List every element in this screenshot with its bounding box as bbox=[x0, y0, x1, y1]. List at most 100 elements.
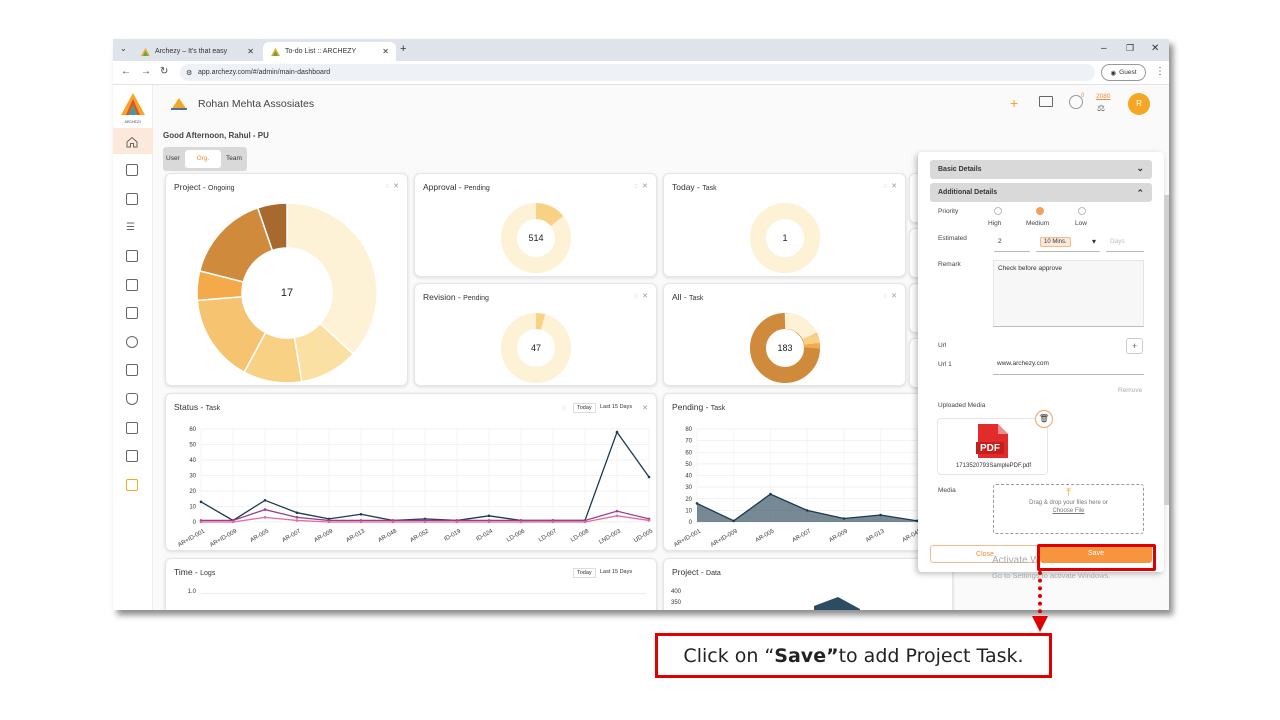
close-tab-icon[interactable]: ✕ bbox=[382, 47, 389, 56]
additional-details-accordion[interactable]: Additional Details ⌃ bbox=[930, 183, 1152, 202]
range-15-days-button[interactable]: Last 15 Days bbox=[600, 569, 632, 575]
y-tick-label: 50 bbox=[189, 443, 196, 449]
document-settings-icon[interactable] bbox=[126, 422, 138, 434]
address-bar: ← → ↻ ⚙ app.archezy.com/#/admin/main-das… bbox=[113, 61, 1169, 85]
coins-count[interactable]: 2080 bbox=[1096, 93, 1110, 100]
company-name: Rohan Mehta Assosiates bbox=[198, 98, 315, 110]
archezy-favicon-icon bbox=[141, 47, 150, 56]
tab-title: Archezy – It's that easy bbox=[155, 48, 228, 55]
task-details-panel: Basic Details ⌄ Additional Details ⌃ Pri… bbox=[918, 152, 1164, 572]
archezy-logo[interactable]: ARCHEZY bbox=[121, 93, 145, 124]
file-name: 1713520793SamplePDF.pdf bbox=[955, 463, 1032, 469]
estimated-value-input[interactable]: 2 bbox=[994, 234, 1030, 252]
contacts-icon[interactable] bbox=[126, 164, 138, 176]
days-input[interactable]: Days bbox=[1106, 234, 1144, 252]
dashboard-main: Rohan Mehta Assosiates + 0 2080 ⚖ R Good… bbox=[153, 85, 1169, 610]
edit-icon[interactable] bbox=[126, 250, 138, 262]
restore-icon[interactable]: ❐ bbox=[1126, 43, 1134, 54]
browser-menu-icon[interactable]: ⋮ bbox=[1155, 66, 1165, 77]
avatar[interactable]: R bbox=[1128, 93, 1150, 115]
browser-tab-todo[interactable]: To-do List :: ARCHEZY ✕ bbox=[263, 42, 396, 61]
data-point bbox=[327, 520, 331, 524]
mail-icon[interactable] bbox=[1039, 96, 1053, 107]
browser-tab-archezy[interactable]: Archezy – It's that easy ✕ bbox=[133, 42, 261, 61]
y-tick-label: 30 bbox=[189, 474, 196, 480]
task-list-icon[interactable]: ☰ bbox=[126, 222, 138, 234]
reload-icon[interactable]: ↻ bbox=[160, 66, 168, 77]
data-point bbox=[551, 520, 555, 524]
donut-center-value: 47 bbox=[530, 343, 542, 353]
report-icon[interactable] bbox=[126, 279, 138, 291]
forward-arrow-icon[interactable]: → bbox=[141, 66, 151, 77]
uploaded-file-card[interactable]: PDF 1713520793SamplePDF.pdf bbox=[937, 418, 1048, 475]
data-point bbox=[519, 520, 523, 524]
donut-center-value: 514 bbox=[528, 233, 544, 243]
approval-donut-chart bbox=[501, 202, 571, 273]
chevron-up-icon: ⌃ bbox=[1136, 188, 1144, 198]
view-toggle-user[interactable]: User bbox=[166, 155, 180, 162]
today-donut-chart bbox=[750, 203, 820, 273]
url-field[interactable]: ⚙ app.archezy.com/#/admin/main-dashboard bbox=[180, 64, 1095, 81]
url-label: Url bbox=[938, 342, 947, 349]
callout-suffix: to add Project Task. bbox=[838, 644, 1024, 667]
priority-high-radio[interactable] bbox=[994, 207, 1002, 215]
new-tab-icon[interactable]: + bbox=[400, 43, 406, 55]
greeting: Good Afternoon, Rahul - PU bbox=[163, 131, 269, 140]
data-point bbox=[359, 512, 363, 516]
y-tick-label: 80 bbox=[685, 427, 692, 433]
y-tick-label: 30 bbox=[685, 485, 692, 491]
url1-input[interactable]: www.archezy.com bbox=[993, 356, 1144, 375]
tab-list-icon[interactable]: ⌄ bbox=[120, 44, 127, 53]
remove-url-link[interactable]: Remove bbox=[1118, 387, 1142, 394]
pdf-icon-label: PDF bbox=[980, 443, 1000, 454]
book-open-icon[interactable] bbox=[126, 479, 138, 491]
x-tick-label: LD-006 bbox=[506, 528, 527, 543]
data-point bbox=[231, 520, 235, 524]
priority-medium-radio[interactable] bbox=[1036, 207, 1044, 215]
data-point bbox=[615, 514, 619, 518]
add-url-button[interactable]: + bbox=[1126, 338, 1143, 354]
priority-medium-label: Medium bbox=[1026, 220, 1050, 227]
media-dropzone[interactable]: ⤒ Drag & drop your files here or Choose … bbox=[993, 484, 1144, 534]
profile-button[interactable]: ◉ Guest bbox=[1101, 64, 1146, 81]
book-icon[interactable] bbox=[126, 307, 138, 319]
minimize-icon[interactable]: – bbox=[1101, 43, 1107, 54]
status-task-card: Status - Task ◌ ✕ Today Last 15 Days 0 10… bbox=[165, 393, 657, 551]
shield-icon[interactable] bbox=[126, 393, 138, 405]
basic-details-accordion[interactable]: Basic Details ⌄ bbox=[930, 160, 1152, 179]
x-tick-label: AR-013 bbox=[345, 528, 366, 544]
close-window-icon[interactable]: ✕ bbox=[1151, 43, 1159, 54]
data-point bbox=[487, 514, 491, 518]
clipboard-clock-icon[interactable] bbox=[126, 193, 138, 205]
bucket-icon[interactable] bbox=[126, 336, 138, 348]
remark-textarea[interactable]: Check before approve bbox=[993, 260, 1144, 327]
y-tick-label: 10 bbox=[685, 508, 692, 514]
estimated-unit-select[interactable]: 10 Mins. ▾ bbox=[1036, 234, 1100, 252]
close-tab-icon[interactable]: ✕ bbox=[247, 47, 254, 56]
browser-tab-bar: ⌄ Archezy – It's that easy ✕ To-do List … bbox=[113, 39, 1169, 61]
donut-slice bbox=[286, 202, 378, 356]
view-toggle-org[interactable]: Org. bbox=[185, 150, 221, 168]
callout-prefix: Click on “ bbox=[683, 644, 775, 667]
uploaded-media-label: Uploaded Media bbox=[938, 402, 986, 409]
panel-scrollbar[interactable] bbox=[1164, 195, 1169, 505]
x-tick-label: AR-007 bbox=[281, 528, 302, 544]
choose-file-link[interactable]: Choose File bbox=[994, 508, 1143, 514]
data-point bbox=[199, 520, 203, 524]
back-arrow-icon[interactable]: ← bbox=[121, 66, 131, 77]
site-info-icon[interactable]: ⚙ bbox=[186, 69, 192, 77]
add-icon[interactable]: + bbox=[1010, 95, 1018, 111]
y-tick-label: 40 bbox=[685, 474, 692, 480]
folder-icon[interactable] bbox=[126, 364, 138, 376]
delete-file-icon[interactable]: 🗑 bbox=[1035, 410, 1053, 428]
hierarchy-icon[interactable] bbox=[126, 450, 138, 462]
revision-donut-chart bbox=[501, 313, 571, 383]
home-icon[interactable] bbox=[126, 135, 138, 148]
project-data-card: Project - Data 400 350 bbox=[663, 558, 953, 610]
view-toggle-team[interactable]: Team bbox=[226, 155, 242, 162]
range-today-button[interactable]: Today bbox=[573, 568, 596, 578]
scale-icon[interactable]: ⚖ bbox=[1097, 103, 1105, 114]
all-task-donut-chart bbox=[750, 313, 821, 383]
today-task-card: Today - Task ◌ ✕ 1 bbox=[663, 173, 906, 277]
priority-low-radio[interactable] bbox=[1078, 207, 1086, 215]
